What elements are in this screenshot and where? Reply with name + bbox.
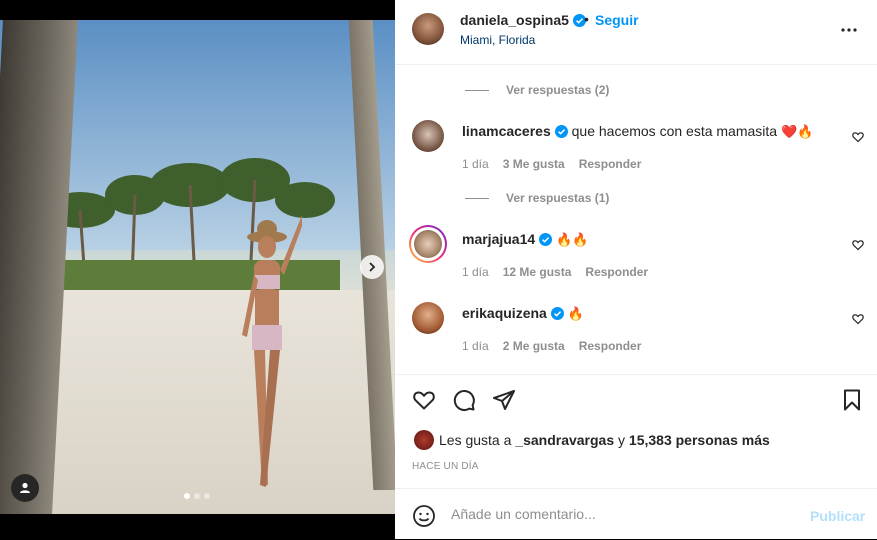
likes-connector: y (618, 432, 626, 448)
comment-username[interactable]: linamcaceres (462, 123, 551, 139)
more-options-icon[interactable] (839, 20, 859, 40)
post-timestamp[interactable]: HACE UN DÍA (412, 461, 479, 472)
heart-icon[interactable] (412, 388, 436, 412)
post-photo (0, 20, 395, 514)
carousel-indicator (184, 493, 210, 499)
post-header: daniela_ospina5 • Seguir Miami, Florida (395, 0, 877, 65)
share-icon[interactable] (492, 388, 516, 412)
bookmark-icon[interactable] (840, 388, 864, 412)
post-location[interactable]: Miami, Florida (460, 33, 535, 47)
comment-bar: Publicar (395, 488, 877, 540)
comment-avatar-story[interactable] (409, 225, 447, 263)
follow-button[interactable]: Seguir (595, 12, 639, 28)
user-tag-button[interactable] (11, 474, 39, 502)
verified-icon (554, 125, 568, 138)
emoji-icon[interactable] (412, 504, 436, 528)
comment-text-row: linamcaceres que hacemos con esta mamasi… (462, 123, 813, 140)
carousel-next-button[interactable] (360, 255, 384, 279)
likes-summary: Les gusta a _sandravargas y 15,383 perso… (439, 432, 770, 448)
heart-icon[interactable] (852, 313, 864, 325)
comment-meta: 1 día 2 Me gusta Responder (462, 339, 641, 353)
heart-icon[interactable] (852, 131, 864, 143)
comment-text-row: marjajua14 🔥🔥 (462, 231, 588, 248)
comment-likes[interactable]: 2 Me gusta (503, 339, 565, 353)
verified-icon (539, 233, 553, 246)
chevron-right-icon (369, 262, 376, 272)
liker-avatar[interactable] (414, 430, 434, 450)
likes-count[interactable]: 15,383 personas más (629, 432, 770, 448)
comment-text-row: erikaquizena 🔥 (462, 305, 584, 322)
comment-likes[interactable]: 3 Me gusta (503, 157, 565, 171)
comment-username[interactable]: erikaquizena (462, 305, 547, 321)
author-username[interactable]: daniela_ospina5 (460, 12, 586, 28)
comment-meta: 1 día 3 Me gusta Responder (462, 157, 641, 171)
post-media[interactable] (0, 0, 395, 539)
comment-input[interactable] (451, 506, 781, 522)
carousel-dot (194, 493, 200, 499)
carousel-dot (204, 493, 210, 499)
likes-prefix: Les gusta a (439, 432, 512, 448)
comment-avatar-image (414, 230, 442, 258)
comment-text: que hacemos con esta mamasita (571, 123, 778, 139)
comment-icon[interactable] (452, 388, 476, 412)
comment-age: 1 día (462, 339, 489, 353)
reply-button[interactable]: Responder (579, 339, 642, 353)
comment-avatar[interactable] (412, 302, 444, 334)
comment-age: 1 día (462, 157, 489, 171)
comment-likes[interactable]: 12 Me gusta (503, 265, 572, 279)
comment-meta: 1 día 12 Me gusta Responder (462, 265, 648, 279)
action-bar (395, 374, 877, 375)
reply-button[interactable]: Responder (585, 265, 648, 279)
comment-username[interactable]: marjajua14 (462, 231, 535, 247)
comment-emoji: ❤️🔥 (780, 124, 814, 139)
author-avatar[interactable] (412, 13, 444, 45)
view-replies-button[interactable]: Ver respuestas (1) (506, 191, 609, 205)
comment-emoji: 🔥 (567, 306, 584, 321)
heart-icon[interactable] (852, 239, 864, 251)
user-tag-icon (20, 482, 30, 493)
publish-button[interactable]: Publicar (810, 508, 865, 524)
verified-icon (550, 307, 564, 320)
reply-button[interactable]: Responder (579, 157, 642, 171)
replies-line (465, 90, 489, 91)
liker-username[interactable]: _sandravargas (515, 432, 614, 448)
comment-avatar[interactable] (412, 120, 444, 152)
post-details-panel: daniela_ospina5 • Seguir Miami, Florida … (395, 0, 877, 539)
view-replies-button[interactable]: Ver respuestas (2) (506, 83, 609, 97)
carousel-dot (184, 493, 190, 499)
replies-line (465, 198, 489, 199)
woman-figure (242, 215, 302, 487)
comment-emoji: 🔥🔥 (556, 232, 589, 247)
author-username-text[interactable]: daniela_ospina5 (460, 12, 569, 28)
comment-age: 1 día (462, 265, 489, 279)
header-separator: • (584, 11, 589, 27)
